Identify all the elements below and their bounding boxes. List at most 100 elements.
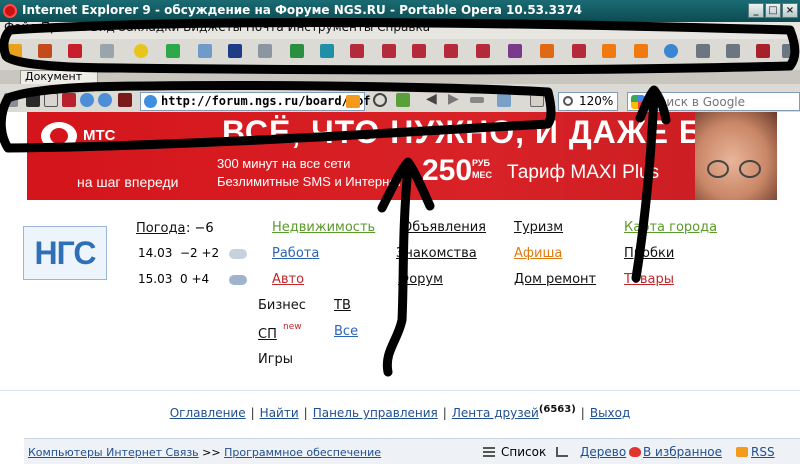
bookmark-icon[interactable]: [198, 44, 212, 58]
bookmark-icon[interactable]: [444, 44, 458, 58]
zoom-select[interactable]: 120%: [558, 92, 618, 111]
bookmark-icon[interactable]: [100, 44, 114, 58]
nav-obyavleniya[interactable]: Объявления: [402, 220, 486, 235]
toolbar-icon[interactable]: [530, 93, 544, 107]
weather-link[interactable]: Погода: [136, 221, 185, 236]
nav-turizm[interactable]: Туризм: [514, 220, 563, 235]
bookmark-icon[interactable]: [540, 44, 554, 58]
search-box[interactable]: [627, 92, 800, 111]
bookmark-icon[interactable]: [382, 44, 396, 58]
banner-line-1: 300 минут на все сети: [217, 156, 351, 171]
bookmark-icon[interactable]: [350, 44, 364, 58]
nav-nedvizhimost[interactable]: Недвижимость: [272, 220, 375, 235]
bookmark-icon[interactable]: [290, 44, 304, 58]
toolbar-icon[interactable]: [62, 93, 76, 107]
address-bar[interactable]: http://forum.ngs.ru/board/sof: [140, 92, 371, 111]
close-button[interactable]: ×: [782, 3, 798, 18]
menu-bar: Файл Правка Вид Закладки Виджеты Почта И…: [0, 20, 800, 39]
nav-tv[interactable]: ТВ: [334, 298, 351, 313]
reload-icon[interactable]: [373, 93, 387, 107]
link-panel[interactable]: Панель управления: [313, 406, 438, 420]
view-list[interactable]: Список: [501, 445, 546, 459]
link-nayti[interactable]: Найти: [260, 406, 299, 420]
key-icon[interactable]: [470, 97, 484, 103]
forum-links-bar: Оглавление | Найти | Панель управления | Лента…: [0, 404, 800, 420]
nav-tovary[interactable]: Товары: [624, 272, 674, 287]
address-url: http://forum.ngs.ru/board/sof: [161, 94, 371, 108]
nav-igry[interactable]: Игры: [258, 352, 293, 367]
menu-bar-text[interactable]: Файл Правка Вид Закладки Виджеты Почта И…: [4, 20, 430, 34]
nav-dom-remont[interactable]: Дом ремонт: [514, 272, 596, 287]
bookmark-icon[interactable]: [68, 44, 82, 58]
bookmark-icon[interactable]: [696, 44, 710, 58]
bookmark-icon[interactable]: [320, 44, 334, 58]
bookmark-icon[interactable]: [756, 44, 770, 58]
window-title-bar: Internet Explorer 9 - обсуждение на Фору…: [0, 0, 800, 22]
heart-icon[interactable]: [629, 447, 641, 457]
bookmark-icon[interactable]: [572, 44, 586, 58]
mail-icon[interactable]: [497, 93, 511, 107]
rss-icon[interactable]: [736, 447, 748, 457]
bookmark-icon[interactable]: [8, 44, 22, 58]
nav-karta[interactable]: Карта города: [624, 220, 717, 235]
nav-afisha[interactable]: Афиша: [514, 246, 562, 261]
weather-today: : −6: [186, 221, 214, 236]
forward-icon[interactable]: ▶: [448, 92, 462, 107]
ngs-logo[interactable]: НГС: [23, 226, 107, 280]
view-tree[interactable]: Дерево: [580, 445, 626, 459]
link-separator: |: [303, 406, 308, 420]
bookmark-icon[interactable]: [508, 44, 522, 58]
banner-price-unit-bottom: МЕС: [472, 170, 492, 180]
bookmark-icon[interactable]: [476, 44, 490, 58]
bookmark-icon[interactable]: [782, 44, 796, 58]
toolbar-icon[interactable]: [44, 93, 58, 107]
tree-view-icon[interactable]: [556, 447, 568, 457]
breadcrumb-category[interactable]: Компьютеры Интернет Связь: [28, 446, 199, 459]
bookmark-icon[interactable]: [258, 44, 272, 58]
bookmark-icon[interactable]: [726, 44, 740, 58]
chat-icon[interactable]: [80, 93, 94, 107]
list-view-icon[interactable]: [483, 447, 495, 457]
bookmark-icon[interactable]: [664, 44, 678, 58]
banner-man-photo: [695, 112, 777, 200]
nav-avto[interactable]: Авто: [272, 272, 304, 287]
nav-rabota[interactable]: Работа: [272, 246, 319, 261]
rss-link[interactable]: RSS: [751, 445, 775, 459]
nav-sp[interactable]: СП: [258, 327, 277, 342]
nav-znakomstva[interactable]: Знакомства: [396, 246, 477, 261]
mts-banner[interactable]: МТС ВСЁ, ЧТО НУЖНО, И ДАЖЕ БОЛЬШЕ 300 ми…: [27, 112, 777, 200]
tab-document[interactable]: Документ: [20, 70, 98, 84]
back-icon[interactable]: ◀: [426, 92, 440, 107]
bookmark-icon[interactable]: [134, 44, 148, 58]
globe-icon: [144, 95, 157, 108]
link-lenta[interactable]: Лента друзей: [452, 406, 539, 420]
nav-vse[interactable]: Все: [334, 324, 358, 339]
lenta-count: (6563): [538, 404, 576, 415]
bookmark-icon[interactable]: [38, 44, 52, 58]
toolbar-icon[interactable]: [118, 93, 132, 107]
image-toggle-icon[interactable]: [396, 93, 410, 107]
tab-strip: Документ: [0, 70, 800, 84]
toolbar-icon[interactable]: [26, 93, 40, 107]
minimize-button[interactable]: _: [748, 3, 764, 18]
bookmark-icon[interactable]: [166, 44, 180, 58]
maximize-button[interactable]: □: [765, 3, 781, 18]
bookmark-icon[interactable]: [412, 44, 426, 58]
banner-price: 250: [422, 154, 473, 187]
rss-icon[interactable]: [346, 95, 360, 108]
add-favorites-link[interactable]: В избранное: [643, 445, 722, 459]
nav-probki[interactable]: Пробки: [624, 246, 674, 261]
nav-biznes[interactable]: Бизнес: [258, 298, 306, 313]
link-vyhod[interactable]: Выход: [590, 406, 630, 420]
nav-forum[interactable]: Форум: [398, 272, 443, 287]
bookmark-icon[interactable]: [602, 44, 616, 58]
cloud-icon: [229, 249, 247, 259]
widget-icon[interactable]: [4, 93, 18, 107]
chat-icon[interactable]: [98, 93, 112, 107]
search-input[interactable]: [650, 94, 795, 109]
bookmark-icon[interactable]: [634, 44, 648, 58]
link-oglavlenie[interactable]: Оглавление: [170, 406, 246, 420]
breadcrumb-subcategory[interactable]: Программное обеспечение: [224, 446, 381, 459]
bookmark-icon[interactable]: [228, 44, 242, 58]
forecast-date-1: 14.03: [138, 246, 173, 260]
